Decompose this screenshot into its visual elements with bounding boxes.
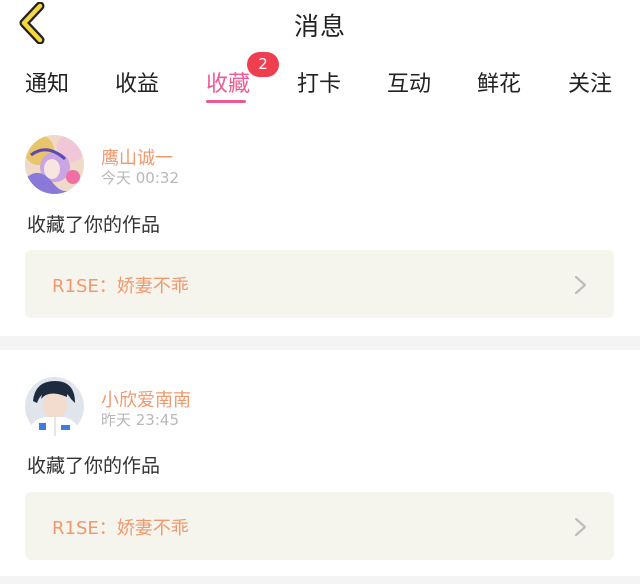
- tab-bar: 通知 收益 收藏 2 打卡 互动 鲜花 关注: [0, 52, 640, 110]
- active-tab-indicator: [206, 100, 246, 103]
- tab-flowers[interactable]: 鲜花: [454, 66, 544, 98]
- section-divider: [0, 336, 640, 350]
- work-title: R1SE：娇妻不乖: [52, 518, 189, 539]
- tab-notifications[interactable]: 通知: [2, 66, 92, 98]
- tab-follows[interactable]: 关注: [545, 66, 635, 98]
- page-title: 消息: [293, 12, 346, 41]
- action-text: 收藏了你的作品: [27, 455, 161, 477]
- navigation-bar: 消息: [0, 0, 640, 50]
- action-text: 收藏了你的作品: [27, 214, 161, 236]
- tab-favorites[interactable]: 收藏 2: [183, 52, 279, 103]
- tab-favorites-label: 收藏: [205, 72, 250, 97]
- section-divider: [0, 576, 640, 584]
- tab-interactions[interactable]: 互动: [364, 66, 454, 98]
- chevron-right-icon: [574, 275, 587, 295]
- avatar-image-1: [25, 135, 84, 194]
- timestamp: 今天 00:32: [101, 169, 179, 187]
- message-item: 小欣爱南南 昨天 23:45 收藏了你的作品 R1SE：娇妻不乖: [0, 350, 640, 576]
- work-title: R1SE：娇妻不乖: [52, 276, 189, 297]
- favorited-work-card[interactable]: R1SE：娇妻不乖: [25, 492, 614, 560]
- timestamp: 昨天 23:45: [101, 411, 179, 429]
- chevron-right-icon: [574, 517, 587, 537]
- avatar[interactable]: [25, 135, 84, 194]
- favorited-work-card[interactable]: R1SE：娇妻不乖: [25, 250, 614, 318]
- message-item: 鹰山诚一 今天 00:32 收藏了你的作品 R1SE：娇妻不乖: [0, 110, 640, 336]
- tab-earnings[interactable]: 收益: [92, 66, 182, 98]
- tab-checkin[interactable]: 打卡: [274, 66, 364, 98]
- avatar[interactable]: [25, 377, 84, 436]
- avatar-image-2: [25, 377, 84, 436]
